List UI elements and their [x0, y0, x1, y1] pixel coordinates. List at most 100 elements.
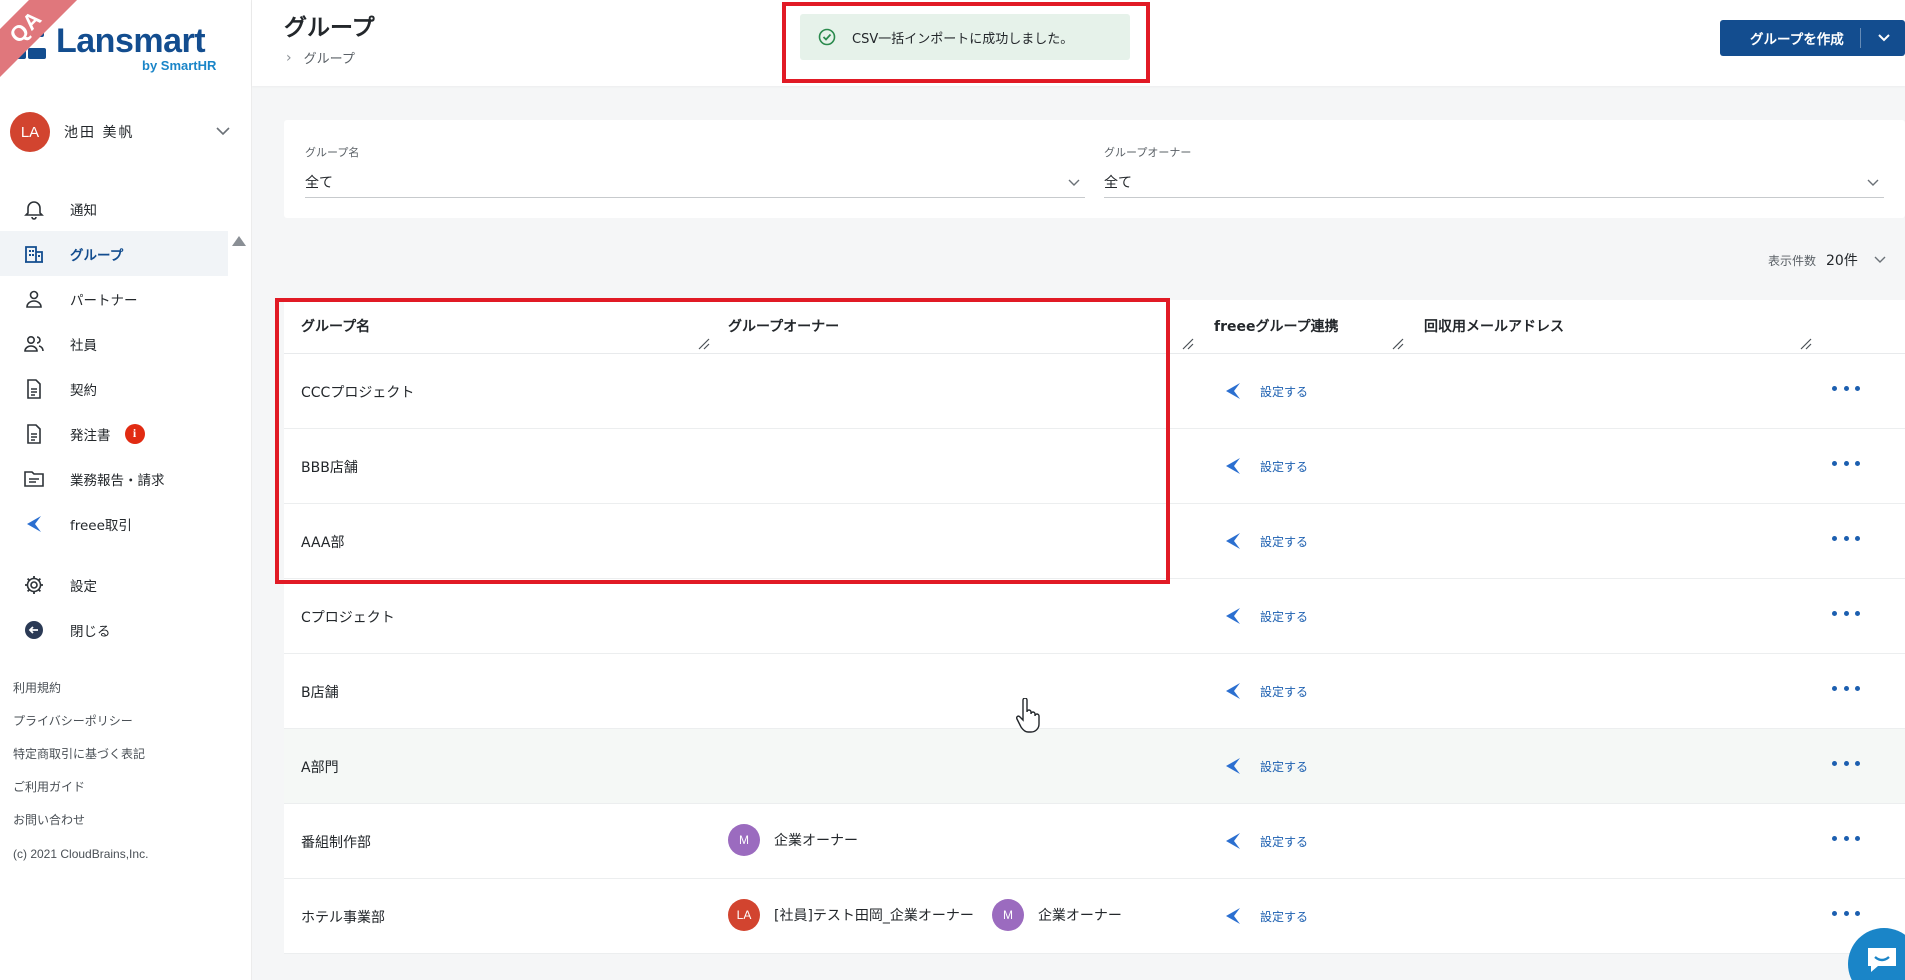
- table-row[interactable]: A部門 設定する: [284, 729, 1905, 804]
- user-name: 池田 美帆: [64, 125, 135, 141]
- sidebar-item-label: 社員: [70, 337, 97, 354]
- chevron-right-icon: ›: [286, 49, 292, 66]
- table-row[interactable]: Cプロジェクト 設定する: [284, 579, 1905, 654]
- more-actions-icon[interactable]: [1832, 678, 1860, 698]
- group-name-cell[interactable]: 番組制作部: [301, 832, 371, 852]
- resize-handle-icon[interactable]: [1800, 338, 1812, 350]
- sidebar-item-label: 設定: [70, 578, 97, 595]
- freee-setup-link[interactable]: 設定する: [1222, 455, 1308, 477]
- group-owner-select[interactable]: 全て: [1104, 168, 1884, 198]
- freee-setup-label: 設定する: [1260, 909, 1309, 924]
- freee-setup-link[interactable]: 設定する: [1222, 905, 1308, 927]
- sidebar-item-reports[interactable]: 業務報告・請求: [0, 456, 228, 501]
- per-page-label: 表示件数: [1768, 253, 1817, 268]
- table-row[interactable]: 番組制作部 M 企業オーナー 設定する: [284, 804, 1905, 879]
- group-name-filter: グループ名 全て: [305, 144, 1085, 198]
- chevron-down-icon[interactable]: [1877, 31, 1891, 45]
- sidebar-item-label: 閉じる: [70, 623, 111, 640]
- freee-setup-label: 設定する: [1260, 534, 1309, 549]
- freee-icon: [1226, 458, 1240, 474]
- create-group-button[interactable]: グループを作成: [1720, 20, 1905, 56]
- sidebar-item-label: 契約: [70, 382, 97, 399]
- freee-setup-label: 設定する: [1260, 759, 1309, 774]
- column-header-collection-email[interactable]: 回収用メールアドレス: [1424, 316, 1564, 336]
- sidebar-item-employees[interactable]: 社員: [0, 321, 228, 366]
- breadcrumb: › グループ: [286, 48, 355, 68]
- terms-link[interactable]: 利用規約: [13, 680, 148, 713]
- sidebar-item-freee[interactable]: freee取引: [0, 501, 228, 546]
- sidebar-item-notifications[interactable]: 通知: [0, 186, 228, 231]
- owner-avatar: M: [728, 824, 760, 856]
- resize-handle-icon[interactable]: [1392, 338, 1404, 350]
- footer-links: 利用規約 プライバシーポリシー 特定商取引に基づく表記 ご利用ガイド お問い合わ…: [13, 680, 148, 861]
- info-badge: i: [124, 423, 145, 444]
- sidebar-item-settings[interactable]: 設定: [0, 562, 228, 607]
- brand-sub: by SmartHR: [142, 58, 217, 73]
- freee-icon: [1226, 833, 1240, 849]
- people-icon: [22, 332, 46, 356]
- freee-setup-link[interactable]: 設定する: [1222, 755, 1308, 777]
- toast-highlight-box: [782, 2, 1150, 83]
- freee-setup-link[interactable]: 設定する: [1222, 680, 1308, 702]
- sidebar-item-close[interactable]: 閉じる: [0, 607, 228, 652]
- per-page-value: 20件: [1826, 253, 1858, 269]
- user-menu[interactable]: LA 池田 美帆: [10, 112, 230, 152]
- freee-setup-label: 設定する: [1260, 384, 1309, 399]
- group-name-select[interactable]: 全て: [305, 168, 1085, 198]
- privacy-link[interactable]: プライバシーポリシー: [13, 713, 148, 746]
- owner-name: [社員]テスト田岡_企業オーナー: [774, 908, 974, 924]
- folder-icon: [22, 467, 46, 491]
- sidebar-item-label: freee取引: [70, 517, 132, 534]
- more-actions-icon[interactable]: [1832, 378, 1860, 398]
- chevron-down-icon: [1068, 179, 1080, 186]
- more-actions-icon[interactable]: [1832, 753, 1860, 773]
- group-name-cell[interactable]: Cプロジェクト: [301, 607, 395, 627]
- group-name-cell[interactable]: B店舗: [301, 682, 339, 702]
- more-actions-icon[interactable]: [1832, 453, 1860, 473]
- freee-icon: [1226, 683, 1240, 699]
- per-page-select[interactable]: 20件: [1826, 250, 1886, 270]
- sidebar-item-groups[interactable]: グループ: [0, 231, 228, 276]
- table-highlight-box: [275, 298, 1170, 584]
- owner-avatar: M: [991, 899, 1024, 931]
- contact-link[interactable]: お問い合わせ: [13, 812, 148, 845]
- commerce-law-link[interactable]: 特定商取引に基づく表記: [13, 746, 148, 779]
- select-value: 全て: [1104, 175, 1132, 191]
- filter-label: グループオーナー: [1104, 146, 1192, 159]
- select-value: 全て: [305, 175, 333, 191]
- freee-setup-label: 設定する: [1260, 684, 1309, 699]
- owner-list: M 企業オーナー: [728, 824, 876, 856]
- guide-link[interactable]: ご利用ガイド: [13, 779, 148, 812]
- group-name-cell[interactable]: ホテル事業部: [301, 907, 385, 927]
- more-actions-icon[interactable]: [1832, 828, 1860, 848]
- sidebar-item-contracts[interactable]: 契約: [0, 366, 228, 411]
- owner-name: 企業オーナー: [774, 833, 858, 849]
- chevron-down-icon: [216, 127, 230, 136]
- more-actions-icon[interactable]: [1832, 528, 1860, 548]
- gear-icon: [22, 573, 46, 597]
- document-icon: [22, 377, 46, 401]
- breadcrumb-item[interactable]: グループ: [304, 48, 355, 67]
- filter-card: グループ名 全て グループオーナー 全て: [284, 120, 1905, 218]
- freee-setup-link[interactable]: 設定する: [1222, 605, 1308, 627]
- freee-icon: [22, 512, 46, 536]
- sidebar-item-purchase-orders[interactable]: 発注書 i: [0, 411, 228, 456]
- avatar: LA: [10, 112, 50, 152]
- chevron-down-icon: [1874, 256, 1886, 263]
- column-header-freee[interactable]: freeeグループ連携: [1214, 316, 1339, 336]
- group-name-cell[interactable]: A部門: [301, 757, 339, 777]
- bell-icon: [22, 197, 46, 221]
- freee-setup-link[interactable]: 設定する: [1222, 380, 1308, 402]
- freee-icon: [1226, 608, 1240, 624]
- freee-setup-link[interactable]: 設定する: [1222, 830, 1308, 852]
- scroll-up-arrow[interactable]: [232, 236, 246, 246]
- sidebar-item-partners[interactable]: パートナー: [0, 276, 228, 321]
- create-group-label: グループを作成: [1750, 32, 1844, 48]
- more-actions-icon[interactable]: [1832, 603, 1860, 623]
- table-row[interactable]: B店舗 設定する: [284, 654, 1905, 729]
- sidebar-nav: 通知 グループ パートナー 社員 契約 発注書 i 業務報告・請求 freee取…: [0, 186, 228, 652]
- resize-handle-icon[interactable]: [1182, 338, 1194, 350]
- freee-setup-link[interactable]: 設定する: [1222, 530, 1308, 552]
- more-actions-icon[interactable]: [1832, 903, 1860, 923]
- table-row[interactable]: ホテル事業部 LA [社員]テスト田岡_企業オーナー M 企業オーナー 設定する: [284, 879, 1905, 954]
